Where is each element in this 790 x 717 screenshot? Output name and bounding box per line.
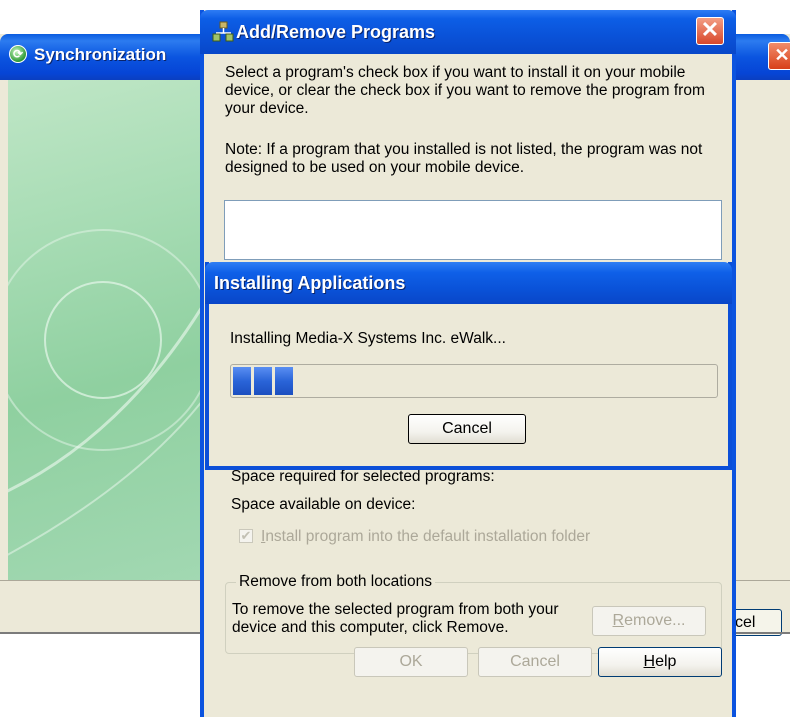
swirl-decoration xyxy=(8,229,208,556)
remove-button[interactable]: Remove... xyxy=(592,606,706,636)
cancel-button[interactable]: Cancel xyxy=(478,647,592,677)
arp-window-title: Add/Remove Programs xyxy=(236,22,436,42)
install-cancel-button[interactable]: Cancel xyxy=(408,414,526,444)
programs-tree-icon xyxy=(212,21,234,42)
help-button[interactable]: Help xyxy=(598,647,722,677)
ia-titlebar[interactable]: Installing Applications xyxy=(205,262,732,304)
progress-block xyxy=(275,367,293,395)
ok-button[interactable]: OK xyxy=(354,647,468,677)
install-status-message: Installing Media-X Systems Inc. eWalk... xyxy=(230,330,506,347)
progress-block xyxy=(254,367,272,395)
sync-window-title: Synchronization xyxy=(34,45,167,64)
sync-banner-graphic xyxy=(8,80,208,580)
installing-applications-dialog: Installing Applications Installing Media… xyxy=(205,262,732,470)
install-default-checkbox[interactable]: ✔ xyxy=(239,529,253,543)
arp-note: Note: If a program that you installed is… xyxy=(225,141,703,176)
sync-close-icon[interactable]: ✕ xyxy=(768,42,790,70)
remove-group-title: Remove from both locations xyxy=(236,573,435,591)
sync-app-icon: ⟳ xyxy=(9,45,27,63)
arp-titlebar[interactable]: Add/Remove Programs ✕ xyxy=(200,10,736,54)
ia-window-title: Installing Applications xyxy=(214,273,406,293)
remove-group-description: To remove the selected program from both… xyxy=(232,601,559,636)
progress-fill xyxy=(233,367,296,395)
space-available-label: Space available on device: xyxy=(231,496,416,513)
progress-block xyxy=(233,367,251,395)
install-progress-bar xyxy=(230,364,718,398)
arp-close-icon[interactable]: ✕ xyxy=(696,17,724,45)
program-listbox[interactable] xyxy=(224,200,722,260)
arp-instructions: Select a program's check box if you want… xyxy=(225,64,705,117)
install-default-label: Install program into the default install… xyxy=(261,528,591,545)
space-required-label: Space required for selected programs: xyxy=(231,468,495,485)
